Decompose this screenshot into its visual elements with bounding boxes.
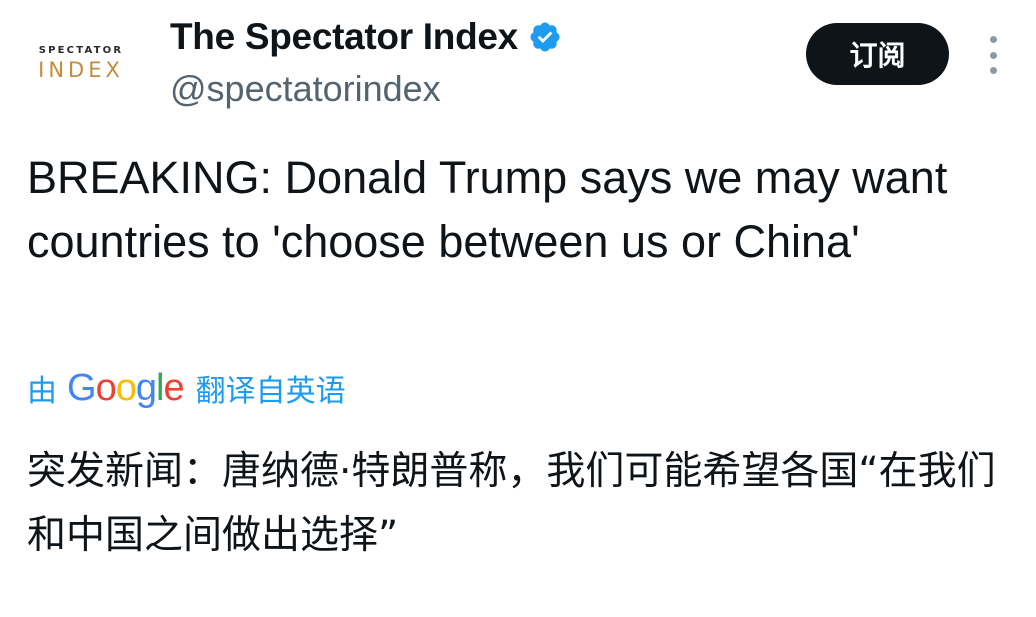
translation-prefix: 由 <box>27 374 57 409</box>
google-letter: l <box>155 366 165 409</box>
avatar-top-text: SPECTATOR <box>38 44 124 56</box>
google-logo-icon: G o o g l e <box>67 366 185 410</box>
translation-suffix: 翻译自英语 <box>195 374 346 409</box>
more-options-icon[interactable] <box>985 36 1001 74</box>
translated-tweet-text: 突发新闻：唐纳德·特朗普称，我们可能希望各国“在我们和中国之间做出选择” <box>27 449 996 558</box>
google-letter: o <box>115 366 137 409</box>
google-letter: G <box>67 366 97 409</box>
avatar-bottom-text: INDEX <box>38 57 124 82</box>
verified-badge-icon <box>530 22 560 52</box>
tweet-text: BREAKING: Donald Trump says we may want … <box>27 152 948 267</box>
author-handle[interactable]: @spectatorindex <box>170 68 441 110</box>
author-name-row[interactable]: The Spectator Index <box>170 16 562 58</box>
author-name[interactable]: The Spectator Index <box>170 16 518 58</box>
google-letter: g <box>135 366 157 409</box>
avatar[interactable]: SPECTATOR INDEX <box>22 38 140 88</box>
subscribe-button[interactable]: 订阅 <box>806 23 949 85</box>
translation-attribution[interactable]: 由 G o o g l e 翻译自英语 <box>27 366 346 410</box>
dot <box>989 36 997 43</box>
google-letter: e <box>163 366 184 409</box>
dot <box>989 67 997 74</box>
dot <box>989 51 997 59</box>
google-letter: o <box>95 366 117 409</box>
